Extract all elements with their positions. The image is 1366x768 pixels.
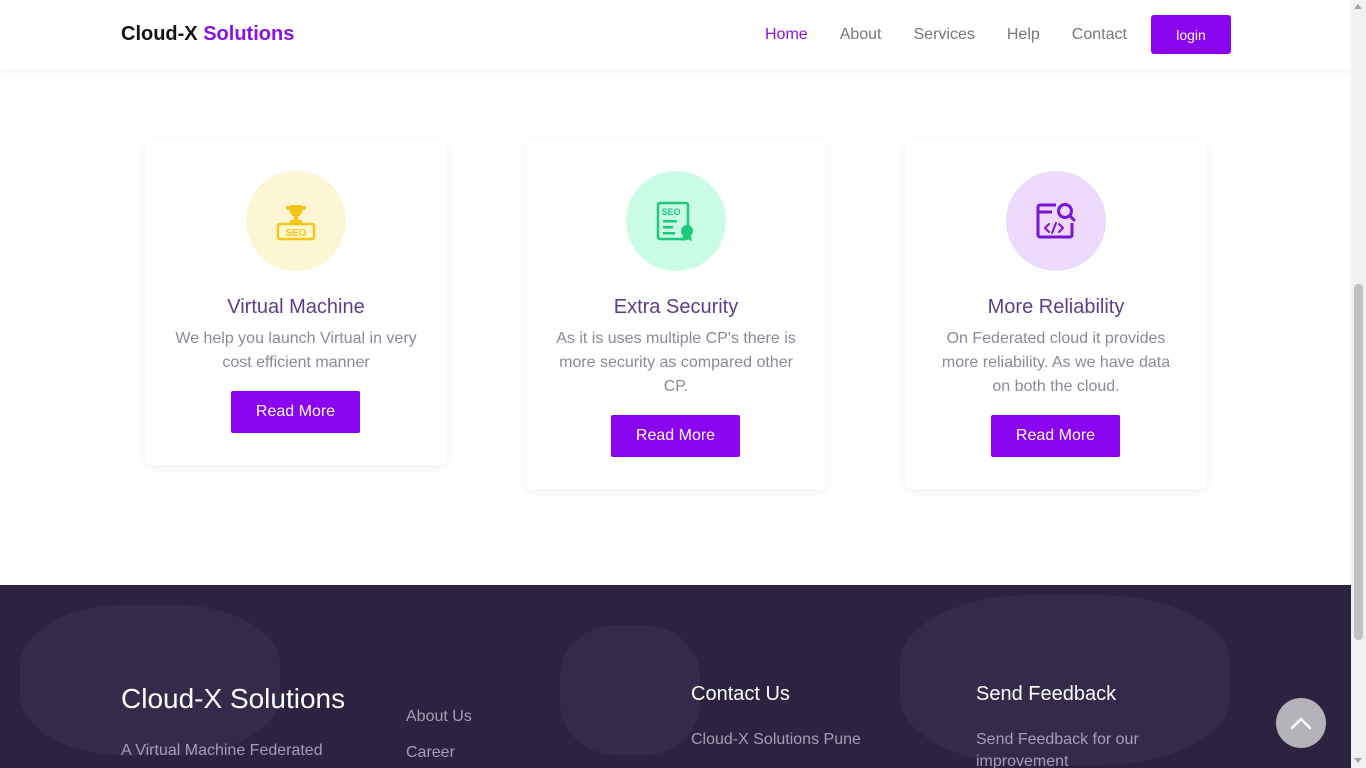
footer-link-about-us[interactable]: About Us: [406, 708, 472, 726]
footer-link-career[interactable]: Career: [406, 744, 455, 762]
world-map-decoration: [560, 625, 700, 755]
page-scrollbar[interactable]: [1351, 0, 1366, 768]
scroll-down-arrow-icon[interactable]: [1354, 758, 1362, 763]
scroll-to-top-button[interactable]: [1276, 698, 1326, 748]
footer-feedback-heading: Send Feedback: [976, 683, 1117, 705]
seo-certificate-icon: SEO: [626, 171, 726, 271]
svg-text:SEO: SEO: [285, 228, 306, 239]
navbar: Cloud-X Solutions Home About Services He…: [0, 0, 1351, 70]
card-description: On Federated cloud it provides more reli…: [941, 330, 1171, 395]
card-description: As it is uses multiple CP's there is mor…: [556, 330, 796, 395]
scroll-up-arrow-icon[interactable]: [1354, 4, 1362, 9]
footer-tagline: A Virtual Machine Federated: [121, 742, 323, 759]
nav-links: Home About Services Help Contact: [765, 25, 1159, 45]
read-more-button[interactable]: Read More: [991, 415, 1120, 457]
read-more-button[interactable]: Read More: [611, 415, 740, 457]
card-title: Virtual Machine: [227, 296, 365, 318]
login-button[interactable]: login: [1151, 15, 1231, 54]
feature-card-extra-security: SEO Extra Security As it is uses multipl…: [526, 139, 826, 489]
card-title: More Reliability: [987, 296, 1125, 318]
footer-contact-text: Cloud-X Solutions Pune: [691, 731, 861, 748]
page: Cloud-X Solutions Home About Services He…: [0, 0, 1351, 768]
nav-link-help[interactable]: Help: [1007, 25, 1040, 45]
card-title: Extra Security: [613, 296, 739, 318]
brand-logo[interactable]: Cloud-X Solutions: [121, 23, 294, 46]
brand-main: Cloud-X: [121, 23, 198, 45]
footer-feedback-text[interactable]: Send Feedback for our improvement: [976, 729, 1176, 768]
nav-link-about[interactable]: About: [840, 25, 882, 45]
nav-link-home[interactable]: Home: [765, 25, 808, 45]
nav-link-services[interactable]: Services: [914, 25, 975, 45]
footer: Cloud-X Solutions A Virtual Machine Fede…: [0, 585, 1351, 768]
scrollbar-thumb[interactable]: [1354, 284, 1363, 640]
world-map-decoration: [20, 605, 280, 755]
footer-brand: Cloud-X Solutions: [121, 683, 346, 714]
read-more-button[interactable]: Read More: [231, 391, 360, 433]
nav-link-contact[interactable]: Contact: [1072, 25, 1127, 45]
brand-accent: Solutions: [203, 23, 295, 45]
feature-card-more-reliability: More Reliability On Federated cloud it p…: [906, 139, 1206, 489]
feature-card-virtual-machine: SEO Virtual Machine We help you launch V…: [146, 139, 446, 465]
seo-trophy-icon: SEO: [246, 171, 346, 271]
footer-contact-heading: Contact Us: [691, 683, 790, 705]
code-search-icon: [1006, 171, 1106, 271]
card-description: We help you launch Virtual in very cost …: [175, 330, 417, 371]
chevron-up-icon: [1290, 717, 1312, 730]
svg-text:SEO: SEO: [661, 207, 680, 217]
